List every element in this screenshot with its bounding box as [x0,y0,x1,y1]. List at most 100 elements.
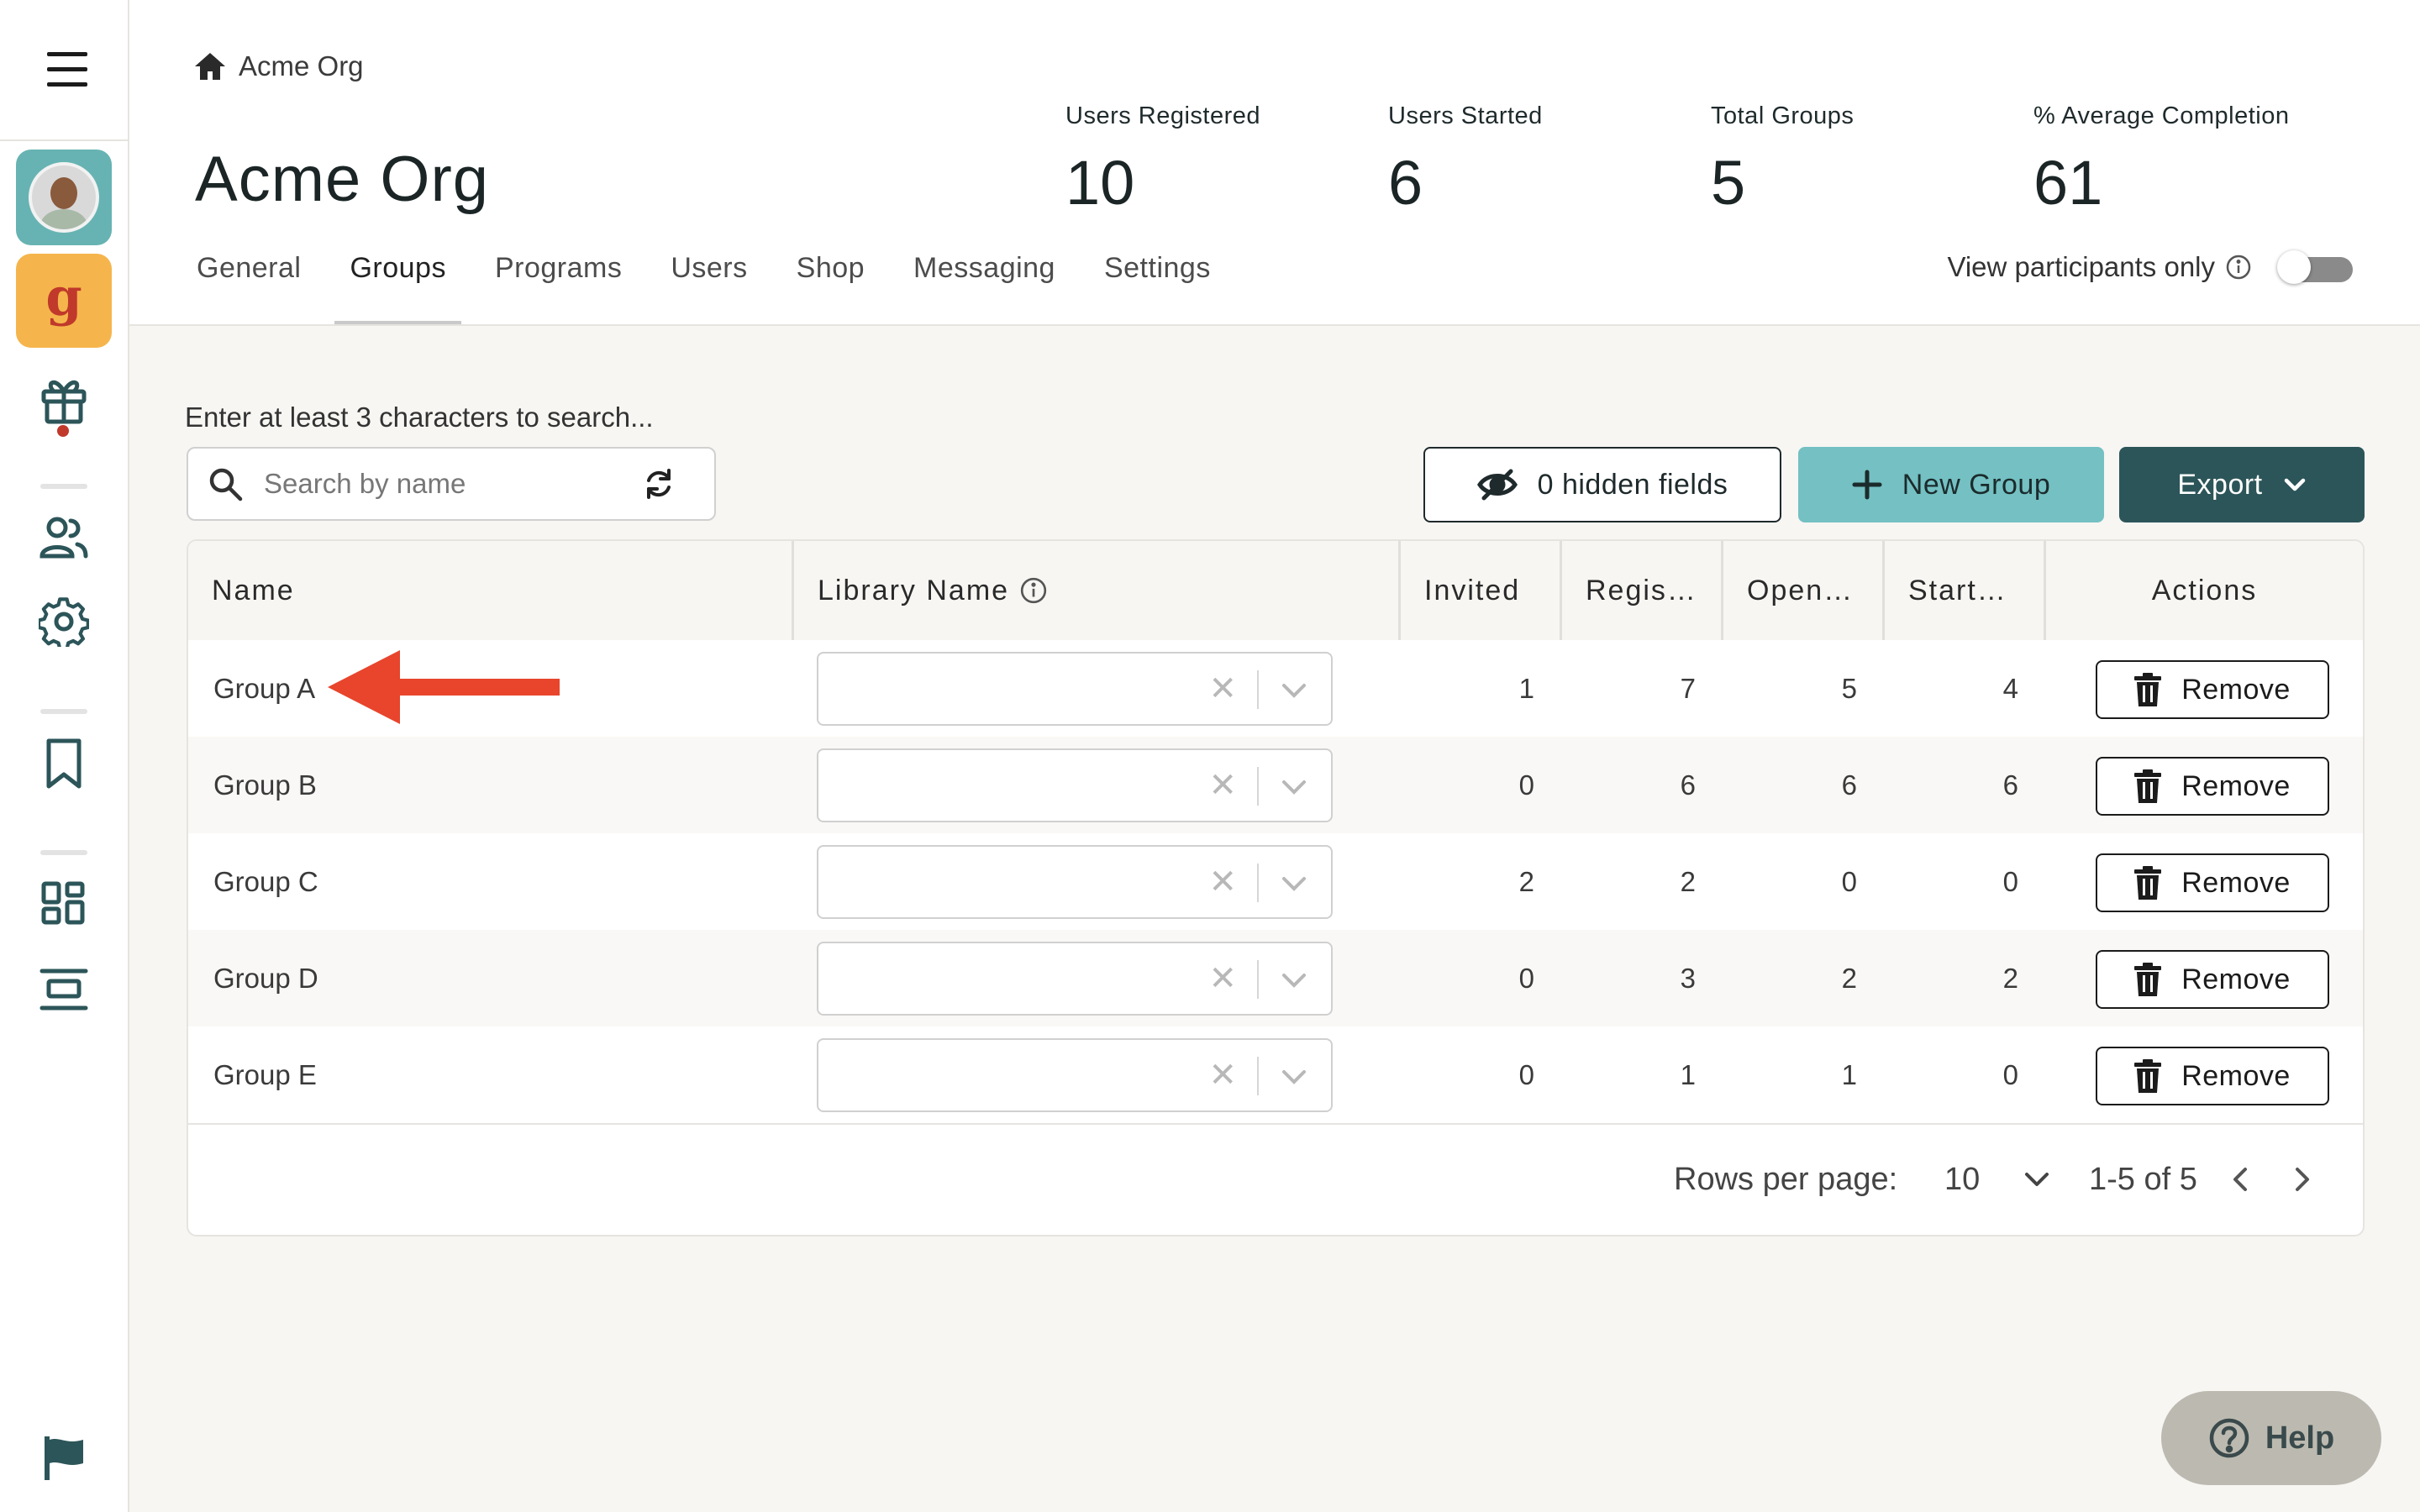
group-name[interactable]: Group B [213,737,317,833]
library-select[interactable]: ✕ [817,1038,1333,1112]
menu-icon[interactable] [47,52,87,87]
gift-icon[interactable] [39,373,89,425]
library-select[interactable]: ✕ [817,652,1333,726]
registered-count: 6 [1680,769,1696,801]
new-group-label: New Group [1902,468,2051,501]
tab-settings[interactable]: Settings [1089,244,1226,324]
stat-label: Users Registered [1065,102,1261,129]
stat-average-completion: % Average Completion 61 [2033,102,2289,218]
clear-icon[interactable]: ✕ [1208,1057,1237,1094]
group-name[interactable]: Group E [213,1026,317,1123]
remove-button[interactable]: Remove [2096,950,2329,1009]
table-row: Group D ✕ 0 3 2 2 Remove [188,930,2363,1026]
column-header-name[interactable]: Name [188,541,792,640]
group-name[interactable]: Group D [213,930,318,1026]
remove-button[interactable]: Remove [2096,660,2329,719]
info-icon[interactable] [1019,576,1048,605]
tab-messaging[interactable]: Messaging [898,244,1071,324]
hidden-fields-label: 0 hidden fields [1537,468,1728,501]
tab-programs[interactable]: Programs [480,244,637,324]
registered-count: 2 [1680,865,1696,897]
sidebar-top [0,0,128,141]
avatar-photo [29,162,99,233]
sidebar: g [0,0,129,1512]
page-header: Acme Org Acme Org Users Registered 10 Us… [129,0,2420,326]
clear-icon[interactable]: ✕ [1208,960,1237,997]
chevron-down-icon [2284,478,2305,491]
trash-icon [2134,866,2162,900]
chevron-down-icon[interactable] [1277,675,1311,706]
dashboard-icon[interactable] [40,880,87,927]
remove-button[interactable]: Remove [2096,757,2329,816]
next-page-button[interactable] [2294,1121,2311,1235]
tab-bar: General Groups Programs Users Shop Messa… [188,244,1244,324]
column-header-library-name[interactable]: Library Name [792,541,1398,640]
tab-general[interactable]: General [188,244,316,324]
column-header-actions: Actions [2044,541,2363,640]
chevron-down-icon[interactable] [1277,965,1311,995]
started-count: 4 [2002,672,2018,704]
trash-icon [2134,673,2162,706]
remove-label: Remove [2181,963,2291,995]
invited-count: 2 [1518,865,1534,897]
opened-count: 5 [1841,672,1857,704]
library-select[interactable]: ✕ [817,845,1333,919]
chevron-down-icon[interactable] [1277,772,1311,802]
bookmark-icon[interactable] [44,738,84,790]
stat-value: 10 [1065,148,1135,218]
clear-icon[interactable]: ✕ [1208,670,1237,707]
registered-count: 3 [1680,962,1696,994]
remove-button[interactable]: Remove [2096,853,2329,912]
clear-icon[interactable]: ✕ [1208,767,1237,804]
chevron-down-icon[interactable] [1277,1062,1311,1092]
home-icon [195,53,225,80]
settings-gear-icon[interactable] [39,596,89,647]
tab-users[interactable]: Users [655,244,762,324]
help-button[interactable]: Help [2161,1391,2381,1485]
library-select[interactable]: ✕ [817,748,1333,822]
stat-users-registered: Users Registered 10 [1065,102,1260,218]
users-icon[interactable] [39,514,89,561]
export-button[interactable]: Export [2119,447,2365,522]
info-icon[interactable] [2225,254,2252,281]
opened-count: 2 [1841,962,1857,994]
user-avatar[interactable] [16,150,112,245]
view-participants-toggle[interactable] [2277,249,2356,286]
chevron-down-icon [2025,1173,2049,1186]
view-participants-label: View participants only [1947,251,2215,282]
opened-count: 0 [1841,865,1857,897]
group-name[interactable]: Group A [213,640,315,737]
pagination-range: 1-5 of 5 [2089,1161,2197,1197]
previous-page-button[interactable] [2232,1121,2249,1235]
search-box [187,447,716,521]
help-icon [2209,1418,2249,1458]
invited-count: 0 [1518,962,1534,994]
sidebar-divider [40,850,87,855]
remove-label: Remove [2181,1059,2291,1092]
hidden-fields-button[interactable]: 0 hidden fields [1423,447,1781,522]
refresh-icon[interactable] [642,467,676,501]
column-header-started[interactable]: Start… [1882,541,2044,640]
flag-icon[interactable] [41,1435,87,1482]
tab-shop[interactable]: Shop [781,244,880,324]
breadcrumb[interactable]: Acme Org [193,50,364,82]
search-input[interactable] [262,467,635,501]
page-title: Acme Org [195,144,490,215]
brand-logo[interactable]: g [16,254,112,348]
rows-per-page-label: Rows per page: [1674,1161,1898,1197]
stat-users-started: Users Started 6 [1388,102,1543,218]
chevron-down-icon[interactable] [1277,869,1311,899]
column-header-registered[interactable]: Regis… [1560,541,1721,640]
column-header-invited[interactable]: Invited [1398,541,1560,640]
remove-label: Remove [2181,866,2291,899]
tab-groups[interactable]: Groups [334,244,461,324]
group-name[interactable]: Group C [213,833,318,930]
library-select[interactable]: ✕ [817,942,1333,1016]
column-header-opened[interactable]: Open… [1721,541,1882,640]
layout-icon[interactable] [39,966,89,1013]
clear-icon[interactable]: ✕ [1208,864,1237,900]
remove-button[interactable]: Remove [2096,1047,2329,1105]
new-group-button[interactable]: New Group [1798,447,2104,522]
notification-dot [57,425,69,437]
rows-per-page-select[interactable]: 10 [1944,1121,2050,1235]
